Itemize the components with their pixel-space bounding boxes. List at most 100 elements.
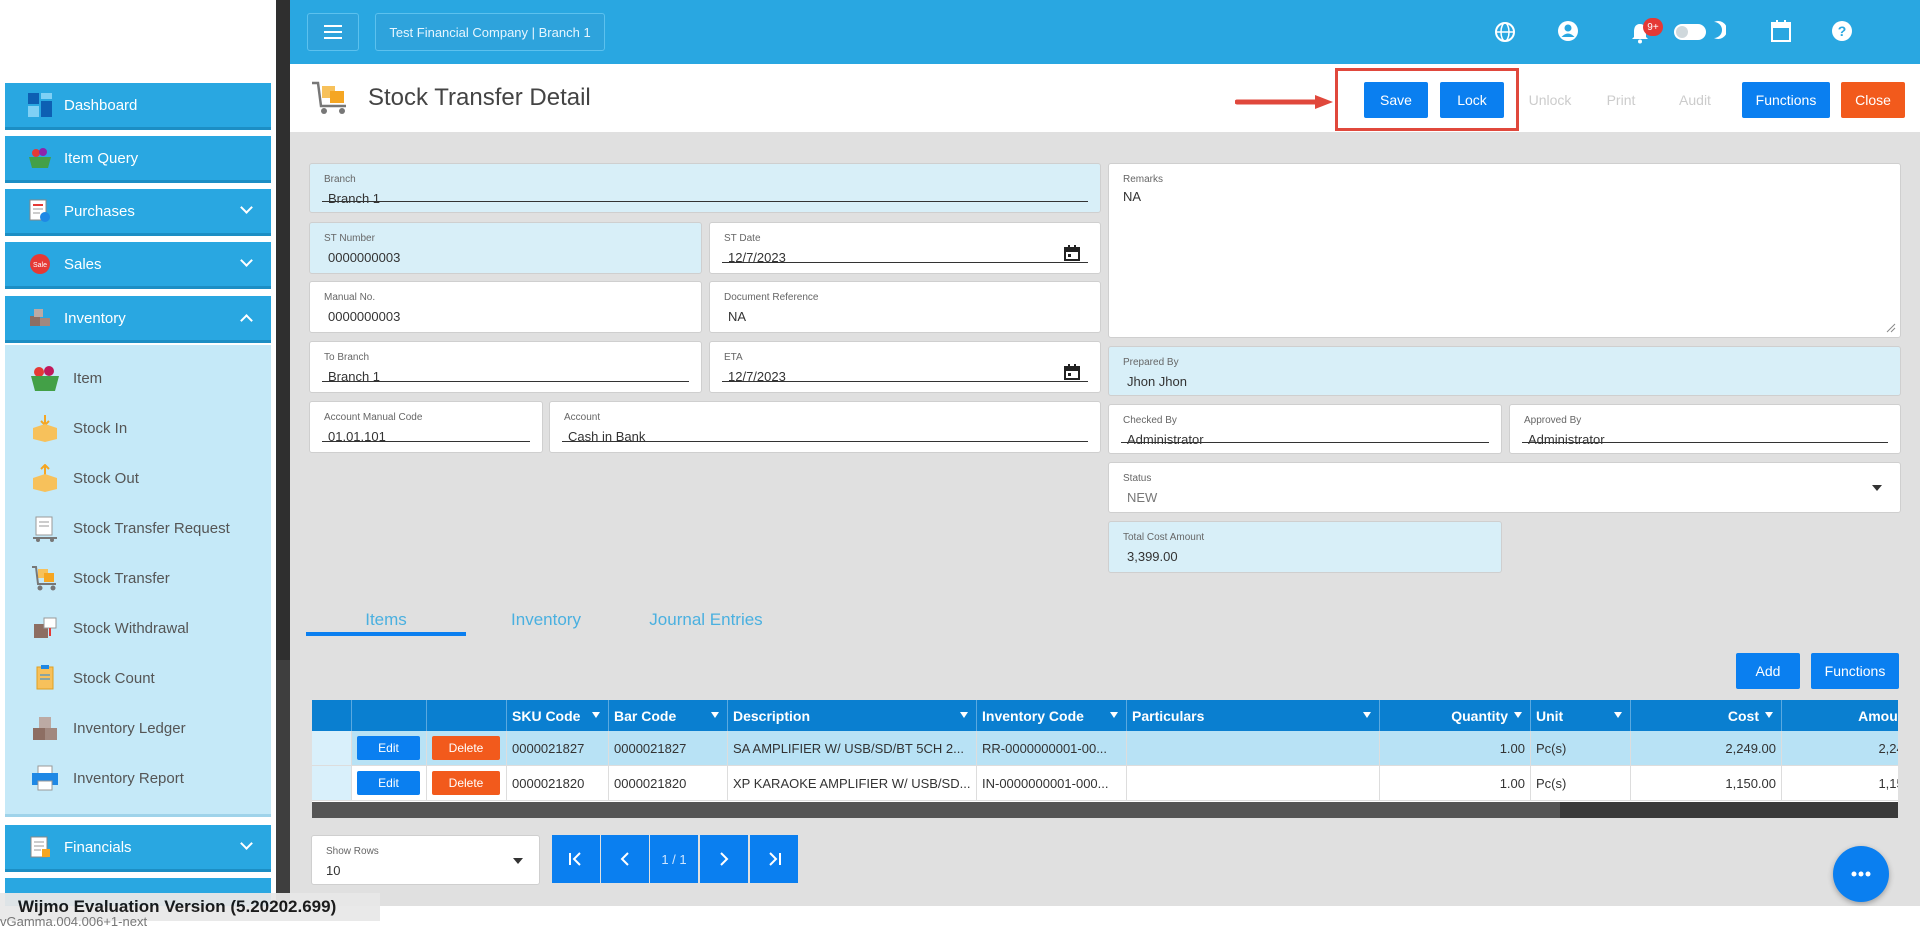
account-manual-code-field[interactable]: Account Manual Code 01.01.101 — [309, 401, 543, 453]
filter-icon[interactable] — [960, 712, 968, 718]
grid-scrollbar-thumb[interactable] — [312, 802, 1560, 818]
column-header-bar-code[interactable]: Bar Code — [609, 700, 728, 731]
tab-inventory[interactable]: Inventory — [466, 600, 626, 640]
cell-particulars[interactable] — [1127, 731, 1380, 766]
sidebar-item-dashboard[interactable]: Dashboard — [5, 83, 271, 130]
print-button[interactable]: Print — [1596, 82, 1646, 118]
close-button[interactable]: Close — [1841, 82, 1905, 118]
cell-amount[interactable]: 1,150 — [1782, 766, 1898, 801]
column-header-amount[interactable]: Amount — [1782, 700, 1898, 731]
sidebar-subitem-stock-transfer[interactable]: Stock Transfer — [5, 558, 271, 598]
cell-description[interactable]: SA AMPLIFIER W/ USB/SD/BT 5CH 2... — [728, 731, 977, 766]
sidebar-subitem-stock-in[interactable]: Stock In — [5, 408, 271, 448]
next-page-button[interactable] — [700, 835, 748, 883]
filter-icon[interactable] — [1363, 712, 1371, 718]
sidebar-item-inventory[interactable]: Inventory — [5, 296, 271, 343]
sidebar-subitem-inventory-report[interactable]: Inventory Report — [5, 758, 271, 798]
cell-cost[interactable]: 1,150.00 — [1631, 766, 1782, 801]
sidebar-item-purchases[interactable]: Purchases — [5, 189, 271, 236]
cell-amount[interactable]: 2,249 — [1782, 731, 1898, 766]
column-header-inventory-code[interactable]: Inventory Code — [977, 700, 1127, 731]
sidebar-subitem-item[interactable]: Item — [5, 358, 271, 398]
approved-by-field[interactable]: Approved By Administrator — [1509, 404, 1901, 454]
calendar-icon[interactable] — [1064, 245, 1080, 261]
eta-field[interactable]: ETA 12/7/2023 — [709, 341, 1101, 393]
delete-row-button[interactable]: Delete — [432, 771, 500, 795]
audit-button[interactable]: Audit — [1670, 82, 1720, 118]
menu-toggle-button[interactable] — [307, 13, 359, 51]
tab-journal-entries[interactable]: Journal Entries — [626, 600, 786, 640]
cell-inventory-code[interactable]: RR-0000000001-00... — [977, 731, 1127, 766]
column-header-unit[interactable]: Unit — [1531, 700, 1631, 731]
account-field[interactable]: Account Cash in Bank — [549, 401, 1101, 453]
remarks-textarea[interactable]: Remarks NA — [1108, 163, 1901, 338]
column-header-description[interactable]: Description — [728, 700, 977, 731]
lock-button[interactable]: Lock — [1440, 82, 1504, 118]
grid-functions-button[interactable]: Functions — [1811, 653, 1899, 689]
to-branch-field[interactable]: To Branch Branch 1 — [309, 341, 702, 393]
st-date-field[interactable]: ST Date 12/7/2023 — [709, 222, 1101, 274]
previous-page-button[interactable] — [601, 835, 649, 883]
document-reference-field[interactable]: Document Reference NA — [709, 281, 1101, 333]
functions-button[interactable]: Functions — [1742, 82, 1830, 118]
row-selector[interactable] — [312, 731, 352, 766]
calendar-icon[interactable] — [1770, 19, 1792, 48]
row-selector[interactable] — [312, 766, 352, 801]
manual-no-field[interactable]: Manual No. 0000000003 — [309, 281, 702, 333]
cell-bar-code[interactable]: 0000021820 — [609, 766, 728, 801]
filter-icon[interactable] — [1614, 712, 1622, 718]
filter-icon[interactable] — [711, 712, 719, 718]
column-header-particulars[interactable]: Particulars — [1127, 700, 1380, 731]
filter-icon[interactable] — [1110, 712, 1118, 718]
checked-by-field[interactable]: Checked By Administrator — [1108, 404, 1502, 454]
sidebar-scrollbar[interactable] — [276, 660, 290, 931]
status-select[interactable]: Status NEW — [1108, 462, 1901, 513]
unlock-button[interactable]: Unlock — [1522, 82, 1578, 118]
grid-scrollbar-track[interactable] — [312, 802, 1898, 818]
sidebar-subitem-inventory-ledger[interactable]: Inventory Ledger — [5, 708, 271, 748]
sidebar-item-financials[interactable]: Financials — [5, 825, 271, 872]
st-number-field[interactable]: ST Number 0000000003 — [309, 222, 702, 274]
sidebar-subitem-stock-withdrawal[interactable]: Stock Withdrawal — [5, 608, 271, 648]
column-header-cost[interactable]: Cost — [1631, 700, 1782, 731]
save-button[interactable]: Save — [1364, 82, 1428, 118]
show-rows-select[interactable]: Show Rows 10 — [311, 835, 540, 885]
sidebar-item-item-query[interactable]: Item Query — [5, 136, 271, 183]
cell-quantity[interactable]: 1.00 — [1380, 766, 1531, 801]
column-header-quantity[interactable]: Quantity — [1380, 700, 1531, 731]
cell-description[interactable]: XP KARAOKE AMPLIFIER W/ USB/SD... — [728, 766, 977, 801]
branch-field[interactable]: Branch Branch 1 — [309, 163, 1101, 213]
company-branch-selector[interactable]: Test Financial Company | Branch 1 — [375, 13, 605, 51]
sidebar-subitem-stock-transfer-request[interactable]: Stock Transfer Request — [5, 508, 271, 548]
calendar-icon[interactable] — [1064, 364, 1080, 380]
globe-icon[interactable] — [1494, 21, 1516, 48]
cell-inventory-code[interactable]: IN-0000000001-000... — [977, 766, 1127, 801]
filter-icon[interactable] — [1514, 712, 1522, 718]
cell-sku[interactable]: 0000021827 — [507, 731, 609, 766]
help-icon[interactable]: ? — [1831, 20, 1853, 47]
column-header-sku-code[interactable]: SKU Code — [507, 700, 609, 731]
edit-row-button[interactable]: Edit — [357, 771, 420, 795]
cell-quantity[interactable]: 1.00 — [1380, 731, 1531, 766]
cell-cost[interactable]: 2,249.00 — [1631, 731, 1782, 766]
user-account-icon[interactable] — [1557, 20, 1579, 47]
sidebar-subitem-stock-out[interactable]: Stock Out — [5, 458, 271, 498]
cell-sku[interactable]: 0000021820 — [507, 766, 609, 801]
sidebar-item-label: Purchases — [64, 202, 135, 220]
cell-bar-code[interactable]: 0000021827 — [609, 731, 728, 766]
resize-handle-icon[interactable] — [1886, 323, 1896, 333]
sidebar-item-sales[interactable]: Sale Sales — [5, 242, 271, 289]
cell-unit[interactable]: Pc(s) — [1531, 766, 1631, 801]
cell-unit[interactable]: Pc(s) — [1531, 731, 1631, 766]
sidebar-subitem-stock-count[interactable]: Stock Count — [5, 658, 271, 698]
floating-action-button[interactable] — [1833, 846, 1889, 902]
filter-icon[interactable] — [1765, 712, 1773, 718]
dark-mode-toggle[interactable] — [1674, 24, 1706, 40]
filter-icon[interactable] — [592, 712, 600, 718]
add-item-button[interactable]: Add — [1736, 653, 1800, 689]
edit-row-button[interactable]: Edit — [357, 736, 420, 760]
last-page-button[interactable] — [750, 835, 798, 883]
cell-particulars[interactable] — [1127, 766, 1380, 801]
delete-row-button[interactable]: Delete — [432, 736, 500, 760]
first-page-button[interactable] — [552, 835, 600, 883]
